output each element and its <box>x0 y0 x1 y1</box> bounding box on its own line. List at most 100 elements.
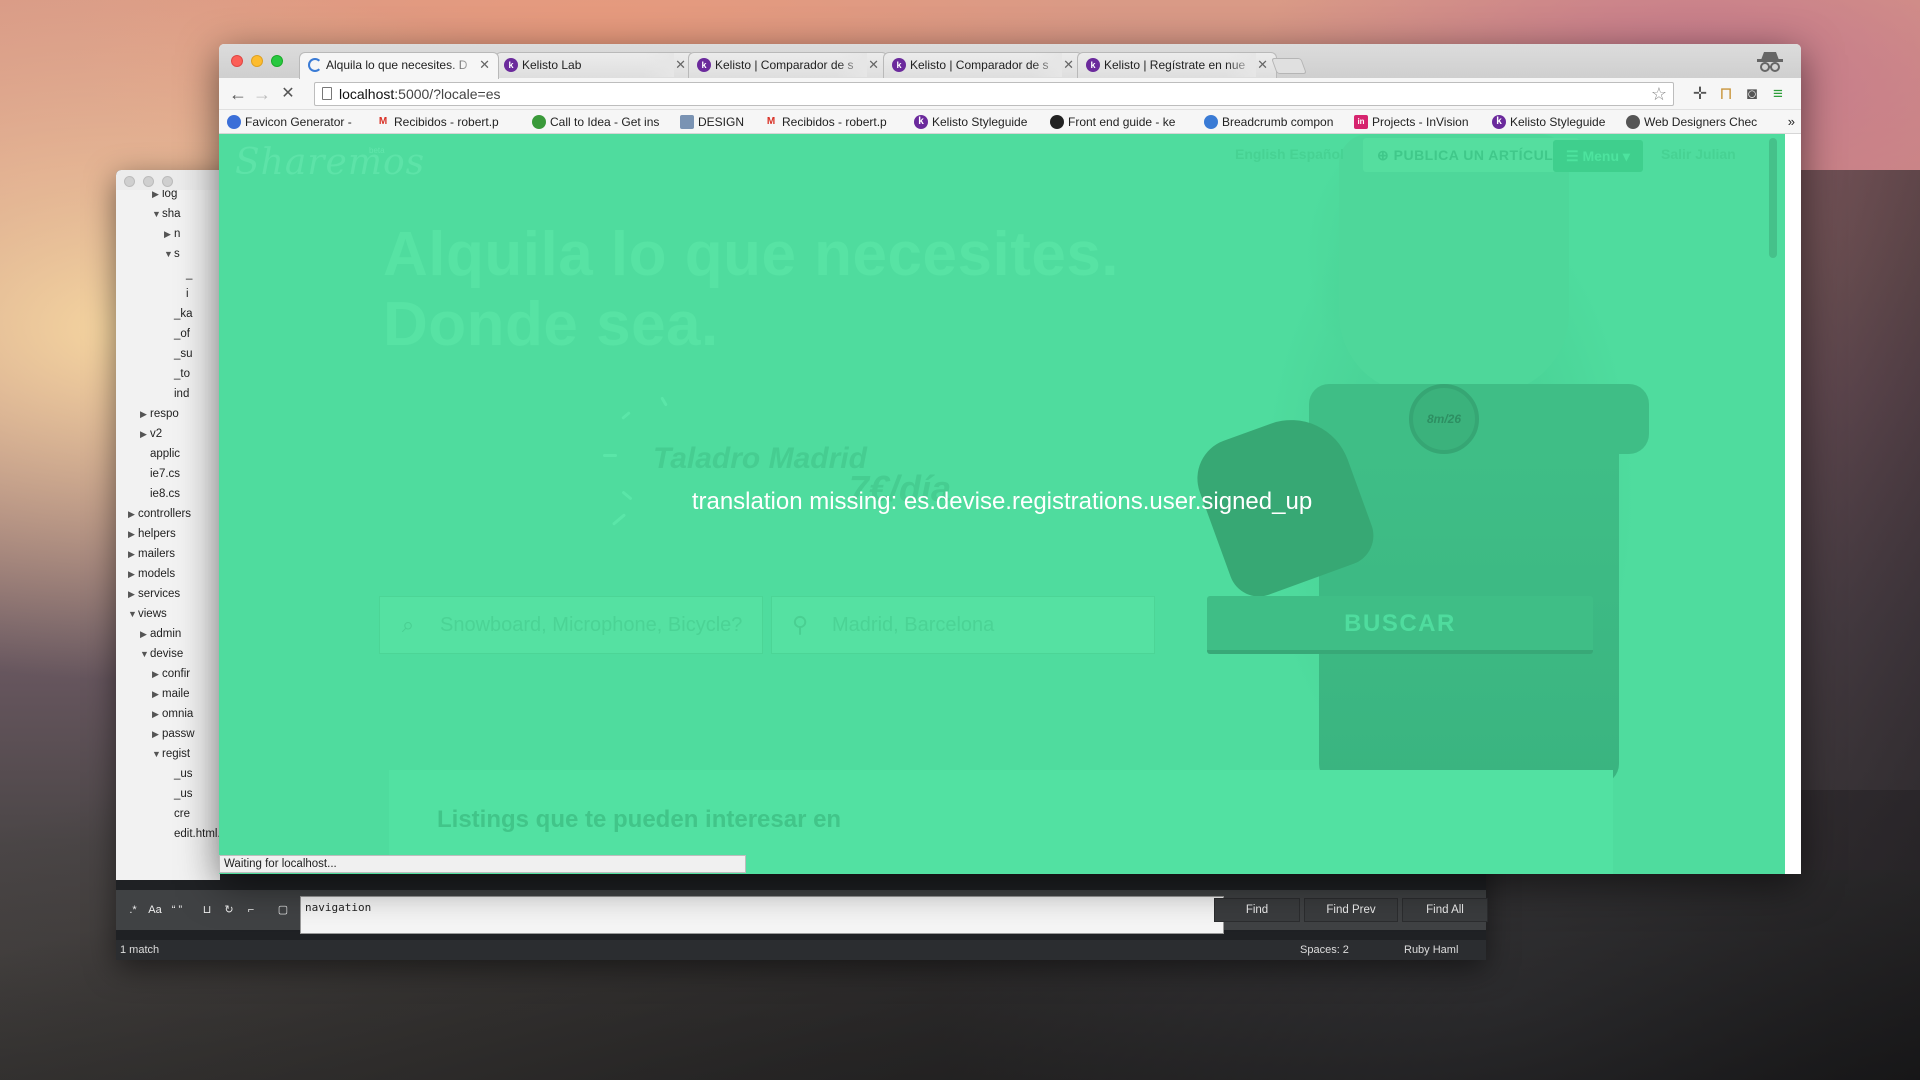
file-tree-item[interactable]: ▼sha <box>152 204 181 224</box>
browser-tab[interactable]: k Kelisto | Comparador de s ✕ <box>688 52 888 78</box>
browser-tab[interactable]: k Kelisto | Regístrate en nue ✕ <box>1077 52 1277 78</box>
syntax-setting[interactable]: Ruby Haml <box>1404 940 1458 960</box>
file-tree-item[interactable]: _ <box>176 264 192 284</box>
close-tab-icon[interactable]: ✕ <box>1257 53 1268 77</box>
find-input[interactable]: navigation <box>300 896 1224 934</box>
bookmark-item[interactable]: in Projects - InVision <box>1352 110 1469 134</box>
page-scrollbar[interactable] <box>1769 138 1777 258</box>
file-tree-item[interactable]: _to <box>164 364 190 384</box>
disclosure-closed-icon[interactable]: ▶ <box>128 584 138 604</box>
disclosure-closed-icon[interactable]: ▶ <box>152 684 162 704</box>
file-tree-item[interactable]: ie7.cs <box>140 464 180 484</box>
disclosure-closed-icon[interactable]: ▶ <box>152 190 162 204</box>
stop-loading-icon[interactable]: ✕ <box>277 83 299 105</box>
disclosure-closed-icon[interactable]: ▶ <box>140 404 150 424</box>
disclosure-closed-icon[interactable]: ▶ <box>152 664 162 684</box>
close-tab-icon[interactable]: ✕ <box>675 53 686 77</box>
bookmark-item[interactable]: Breadcrumb compon <box>1202 110 1333 134</box>
file-tree-item[interactable]: ▶ confir <box>152 664 190 684</box>
file-tree-item[interactable]: ▶ controllers <box>128 504 191 524</box>
highlight-option[interactable]: ▢ <box>274 902 292 918</box>
language-switcher[interactable]: English Español <box>1235 146 1344 162</box>
file-tree-item[interactable]: ▼devise <box>140 644 183 664</box>
publish-item-button[interactable]: ⊕ PUBLICA UN ARTÍCULO <box>1363 138 1579 172</box>
bookmark-item[interactable]: M Recibidos - robert.p <box>374 110 499 134</box>
disclosure-closed-icon[interactable]: ▶ <box>128 544 138 564</box>
file-tree-item[interactable]: ▶ passw <box>152 724 195 744</box>
file-tree-item[interactable]: ▼views <box>128 604 167 624</box>
file-tree-item[interactable]: _of <box>164 324 190 344</box>
find-all-button[interactable]: Find All <box>1402 898 1488 922</box>
disclosure-open-icon[interactable]: ▼ <box>152 204 162 224</box>
address-bar[interactable]: localhost:5000/?locale=es ☆ <box>314 82 1674 106</box>
find-button[interactable]: Find <box>1214 898 1300 922</box>
disclosure-closed-icon[interactable]: ▶ <box>164 224 174 244</box>
bookmark-item[interactable]: Front end guide - ke <box>1048 110 1175 134</box>
bookmark-item[interactable]: Web Designers Chec <box>1624 110 1757 134</box>
file-tree-item[interactable]: ▶ maile <box>152 684 189 704</box>
whole-word-option[interactable]: “ ” <box>168 902 186 918</box>
crosshair-icon[interactable]: ✛ <box>1689 84 1711 104</box>
file-tree-item[interactable]: _ka <box>164 304 193 324</box>
editor-close-button[interactable] <box>124 176 135 187</box>
disclosure-open-icon[interactable]: ▼ <box>152 744 162 764</box>
editor-minimize-button[interactable] <box>143 176 154 187</box>
close-tab-icon[interactable]: ✕ <box>1063 53 1074 77</box>
minimize-window-button[interactable] <box>251 55 263 67</box>
file-tree-item[interactable]: ▶ respo <box>140 404 179 424</box>
zoom-window-button[interactable] <box>271 55 283 67</box>
file-tree-item[interactable]: ind <box>164 384 189 404</box>
file-tree-item[interactable]: _us <box>164 784 193 804</box>
forward-arrow-icon[interactable]: → <box>251 83 273 105</box>
file-tree-item[interactable]: ▶ models <box>128 564 175 584</box>
regex-option[interactable]: .* <box>124 902 142 918</box>
location-field[interactable]: ⚲ Madrid, Barcelona <box>771 596 1155 654</box>
star-bookmark-icon[interactable]: ☆ <box>1651 83 1667 105</box>
file-tree-item[interactable]: ▶ helpers <box>128 524 176 544</box>
editor-zoom-button[interactable] <box>162 176 173 187</box>
disclosure-open-icon[interactable]: ▼ <box>128 604 138 624</box>
close-tab-icon[interactable]: ✕ <box>479 53 490 77</box>
file-tree-item[interactable]: ▶ mailers <box>128 544 175 564</box>
bookmark-item[interactable]: Favicon Generator - <box>225 110 352 134</box>
disclosure-closed-icon[interactable]: ▶ <box>128 564 138 584</box>
file-tree-item[interactable]: ▶ v2 <box>140 424 162 444</box>
file-tree-item[interactable]: edit.html.haml <box>164 824 220 844</box>
file-tree-item[interactable]: ▼s <box>164 244 180 264</box>
indent-setting[interactable]: Spaces: 2 <box>1300 940 1349 960</box>
bookmark-item[interactable]: M Recibidos - robert.p <box>762 110 887 134</box>
browser-tab[interactable]: k Kelisto | Comparador de s ✕ <box>883 52 1083 78</box>
more-bookmarks-button[interactable]: » <box>1788 110 1795 134</box>
disclosure-closed-icon[interactable]: ▶ <box>128 524 138 544</box>
bookmark-item[interactable]: Call to Idea - Get ins <box>530 110 659 134</box>
browser-tab[interactable]: k Kelisto Lab ✕ <box>495 52 695 78</box>
file-tree-item[interactable]: i <box>176 284 189 304</box>
selection-option[interactable]: ⌐ <box>242 902 260 918</box>
search-button[interactable]: BUSCAR <box>1207 596 1593 654</box>
file-tree-item[interactable]: _us <box>164 764 193 784</box>
logout-link[interactable]: Salir Julian <box>1661 146 1736 162</box>
disclosure-closed-icon[interactable]: ▶ <box>140 424 150 444</box>
disclosure-closed-icon[interactable]: ▶ <box>140 624 150 644</box>
disclosure-closed-icon[interactable]: ▶ <box>152 704 162 724</box>
file-tree-item[interactable]: ▶ log <box>152 190 177 204</box>
file-tree-item[interactable]: applic <box>140 444 180 464</box>
file-tree-item[interactable]: ▶ admin <box>140 624 181 644</box>
file-tree-item[interactable]: ▶ omnia <box>152 704 193 724</box>
bookmark-item[interactable]: k Kelisto Styleguide <box>1490 110 1605 134</box>
find-prev-button[interactable]: Find Prev <box>1304 898 1398 922</box>
bookmark-item[interactable]: DESIGN <box>678 110 744 134</box>
close-window-button[interactable] <box>231 55 243 67</box>
extension-icon[interactable]: ⊓ <box>1715 84 1737 104</box>
disclosure-open-icon[interactable]: ▼ <box>164 244 174 264</box>
site-logo[interactable]: Sharemos <box>235 142 425 183</box>
disclosure-closed-icon[interactable]: ▶ <box>152 724 162 744</box>
file-tree-item[interactable]: ▶ services <box>128 584 180 604</box>
file-tree-item[interactable]: _su <box>164 344 193 364</box>
back-arrow-icon[interactable]: ← <box>227 83 249 105</box>
disclosure-open-icon[interactable]: ▼ <box>140 644 150 664</box>
case-option[interactable]: Aa <box>146 902 164 918</box>
file-tree-item[interactable]: cre <box>164 804 190 824</box>
disclosure-closed-icon[interactable]: ▶ <box>128 504 138 524</box>
file-tree-item[interactable]: ie8.cs <box>140 484 180 504</box>
